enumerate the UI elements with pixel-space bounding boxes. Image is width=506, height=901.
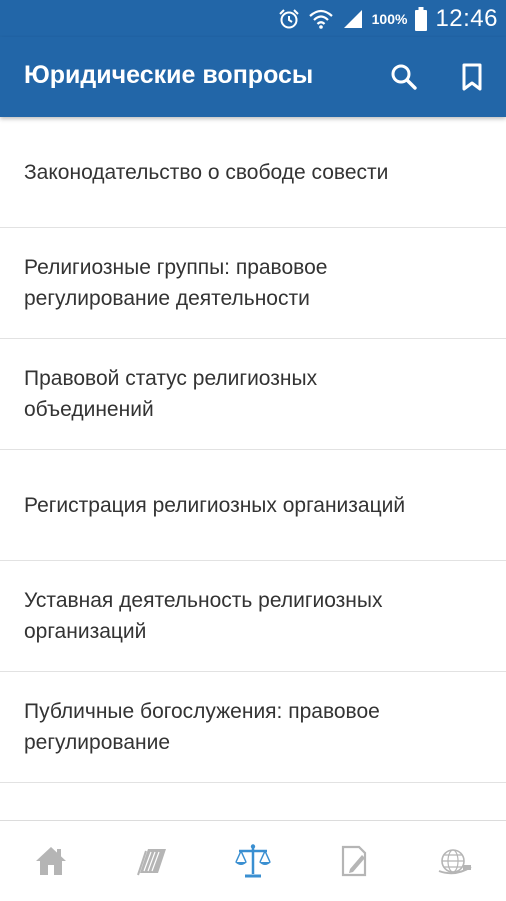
books-icon [136,849,166,876]
bookmark-button[interactable] [452,57,492,97]
battery-percent: 100% [371,11,408,27]
home-icon [35,847,66,875]
wifi-icon [308,9,333,29]
app-bar: Юридические вопросы [0,37,506,117]
list-item[interactable]: Религиозные группы: правовое регулирован… [0,228,506,339]
page-title: Юридические вопросы [24,61,314,89]
nav-home[interactable] [0,821,101,901]
nav-legal[interactable] [202,821,303,901]
status-bar: 100% 12:46 [0,0,506,37]
signal-icon [343,10,362,28]
status-icons: 100% 12:46 [278,4,498,34]
battery-icon [415,7,428,31]
list-item[interactable]: Уставная деятельность религиозных органи… [0,561,506,672]
search-icon [391,64,417,90]
list-item-label: Регистрация религиозных организаций [24,493,406,517]
nav-documents[interactable] [304,821,405,901]
bookmark-icon [462,63,482,91]
topics-list: Законодательство о свободе совести Религ… [0,117,506,815]
globe-logo-icon [439,849,472,875]
document-edit-icon [342,845,367,877]
list-item[interactable]: Публичные богослужения: правовое регулир… [0,672,506,783]
status-time: 12:46 [435,5,498,32]
list-item-label: Уставная деятельность религиозных органи… [24,589,383,643]
list-item[interactable]: Правовой статус религиозных объединений [0,339,506,450]
list-item-label: Религиозные группы: правовое регулирован… [24,256,328,310]
list-item[interactable]: Законодательство о свободе совести [0,117,506,228]
alarm-icon [278,9,299,29]
nav-organization[interactable] [405,821,506,901]
list-item-label: Правовой статус религиозных объединений [24,367,318,421]
nav-library[interactable] [101,821,202,901]
search-button[interactable] [384,57,424,97]
list-item-partial[interactable] [0,783,506,815]
list-item[interactable]: Регистрация религиозных организаций [0,450,506,561]
scales-icon [235,844,271,878]
list-item-label: Законодательство о свободе совести [24,160,389,184]
bottom-navigation [0,820,506,901]
list-item-label: Публичные богослужения: правовое регулир… [24,700,380,754]
